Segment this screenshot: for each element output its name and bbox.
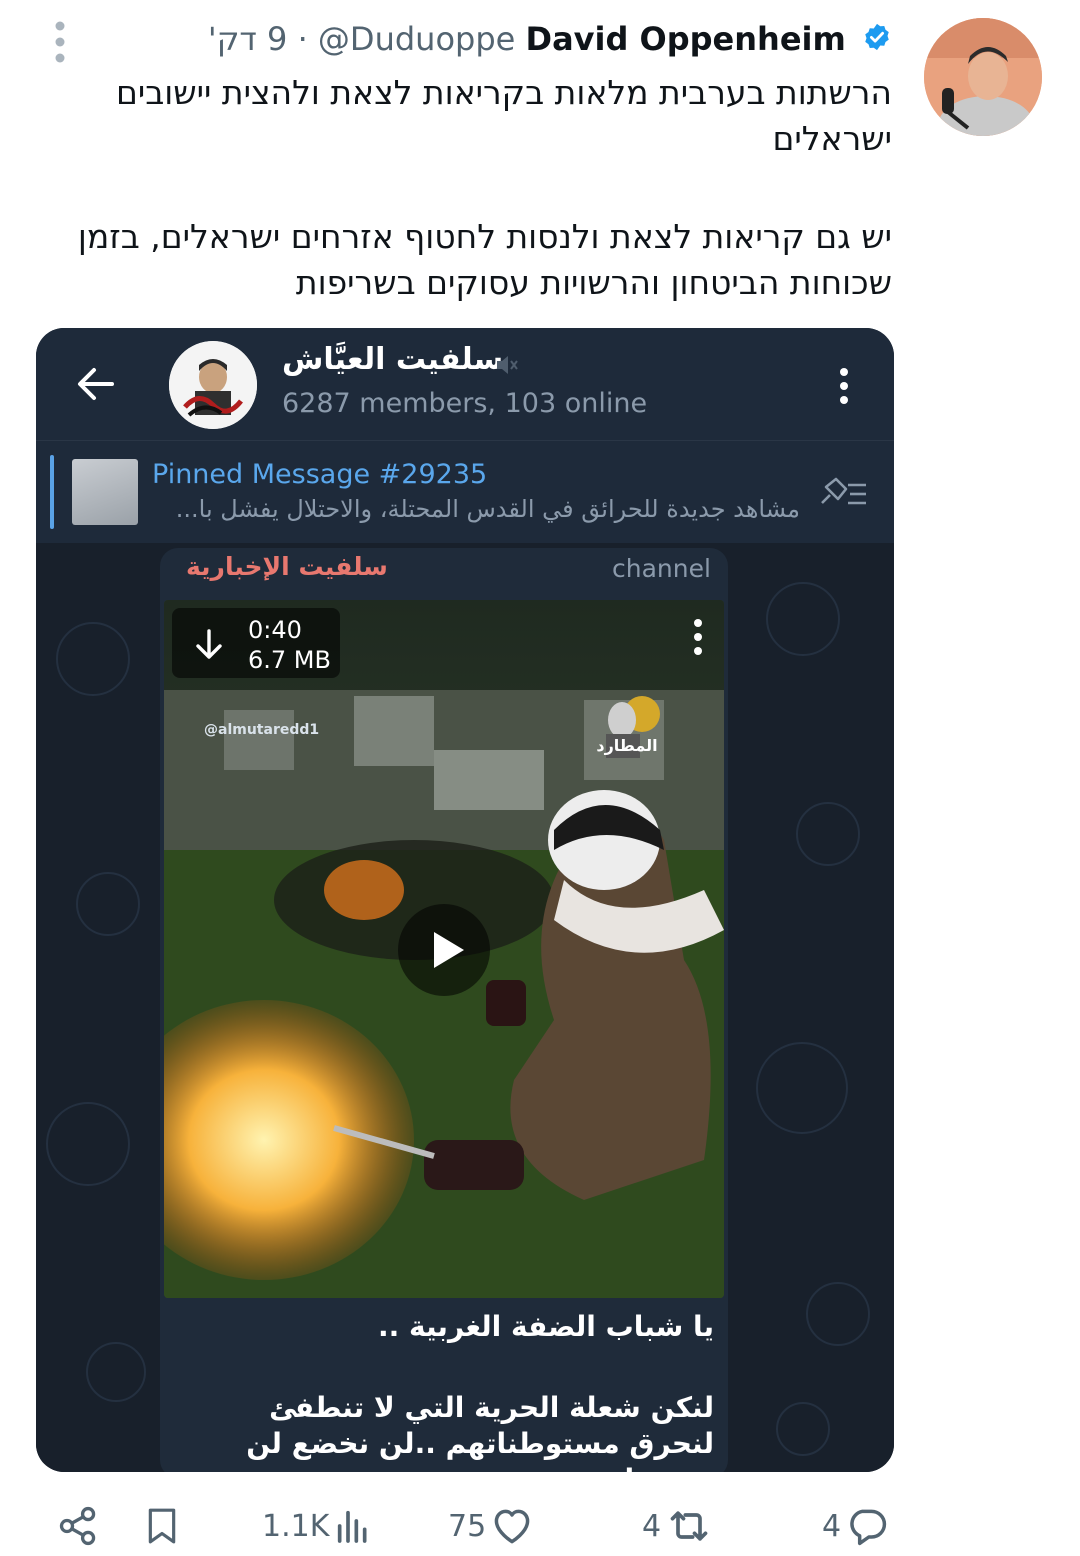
meta-separator: ·	[297, 20, 308, 58]
replies-count: 4	[822, 1508, 842, 1544]
views-count: 1.1K	[262, 1508, 330, 1544]
channel-avatar[interactable]	[169, 341, 257, 429]
telegram-header: سلفيت العيَّاش 6287 members, 103 online	[36, 328, 894, 440]
verified-badge-icon	[862, 18, 892, 64]
reply-button[interactable]: 4	[822, 1496, 889, 1556]
retweet-button[interactable]: 4	[642, 1496, 713, 1556]
retweet-icon	[670, 1511, 708, 1541]
pinned-indicator	[50, 455, 54, 529]
post-channel-badge: channel	[612, 554, 711, 583]
pinned-preview-text: مشاهد جديدة للحرائق في القدس المحتلة، وا…	[175, 495, 800, 523]
pinned-thumbnail	[72, 459, 138, 525]
tweet-time[interactable]: 9 דק'	[208, 20, 288, 58]
play-button-icon[interactable]	[398, 904, 490, 996]
author-handle[interactable]: @Duduoppe	[318, 20, 515, 58]
video-size: 6.7 MB	[248, 646, 331, 674]
download-arrow-icon[interactable]	[194, 628, 224, 662]
post-sender[interactable]: سلفيت الإخبارية	[186, 552, 388, 581]
channel-post-bubble: سلفيت الإخبارية channel @almutaredd1 الم…	[160, 548, 728, 1472]
reply-bubble-icon	[850, 1509, 887, 1546]
tweet-actions-bar: 1.1K 75 4 4	[0, 1496, 1080, 1556]
bookmark-button[interactable]	[142, 1496, 182, 1556]
tweet-meta: 9 דק' · @Duduoppe David Oppenheim	[208, 16, 892, 64]
share-icon	[59, 1506, 96, 1546]
video-watermark: @almutaredd1	[204, 722, 320, 738]
likes-count: 75	[448, 1508, 487, 1544]
tweet-media-image[interactable]: سلفيت العيَّاش 6287 members, 103 online …	[36, 328, 894, 1472]
video-duration: 0:40	[248, 616, 302, 644]
post-caption-line1: يا شباب الضفة الغربية ..	[378, 1310, 714, 1343]
retweets-count: 4	[642, 1508, 662, 1544]
telegram-menu-icon[interactable]	[836, 366, 852, 406]
pin-list-icon[interactable]	[816, 473, 868, 513]
video-menu-icon[interactable]	[692, 618, 704, 656]
post-caption-line2: لنكن شعلة الحرية التي لا تنطفئ لنحرق مست…	[246, 1391, 714, 1472]
muted-speaker-icon	[494, 352, 520, 378]
bookmark-icon	[148, 1508, 176, 1544]
back-arrow-icon[interactable]	[72, 360, 120, 408]
author-name[interactable]: David Oppenheim	[526, 20, 846, 58]
video-thumbnail[interactable]: @almutaredd1 المطارد 0:40 6.7 MB	[164, 600, 724, 1298]
author-avatar[interactable]	[924, 18, 1042, 136]
pinned-title: Pinned Message #29235	[152, 459, 488, 490]
heart-icon	[494, 1509, 530, 1544]
video-logo-emblem: المطارد	[582, 684, 672, 774]
like-button[interactable]: 75	[448, 1496, 534, 1556]
video-logo-text: المطارد	[596, 736, 658, 755]
tweet-paragraph-2: יש גם קריאות לצאת ולנסות לחטוף אזרחים יש…	[77, 217, 892, 302]
more-options-icon[interactable]	[52, 20, 68, 64]
views-button[interactable]: 1.1K	[262, 1496, 373, 1556]
tweet-paragraph-1: הרשתות בערבית מלאות בקריאות לצאת ולהצית …	[115, 73, 892, 158]
pinned-message-bar[interactable]: Pinned Message #29235 مشاهد جديدة للحرائ…	[36, 440, 894, 543]
channel-title: سلفيت العيَّاش	[282, 342, 504, 377]
share-button[interactable]	[56, 1496, 100, 1556]
channel-members-count: 6287 members, 103 online	[282, 388, 648, 419]
views-chart-icon	[338, 1510, 367, 1543]
video-download-pill[interactable]: 0:40 6.7 MB	[172, 608, 340, 678]
